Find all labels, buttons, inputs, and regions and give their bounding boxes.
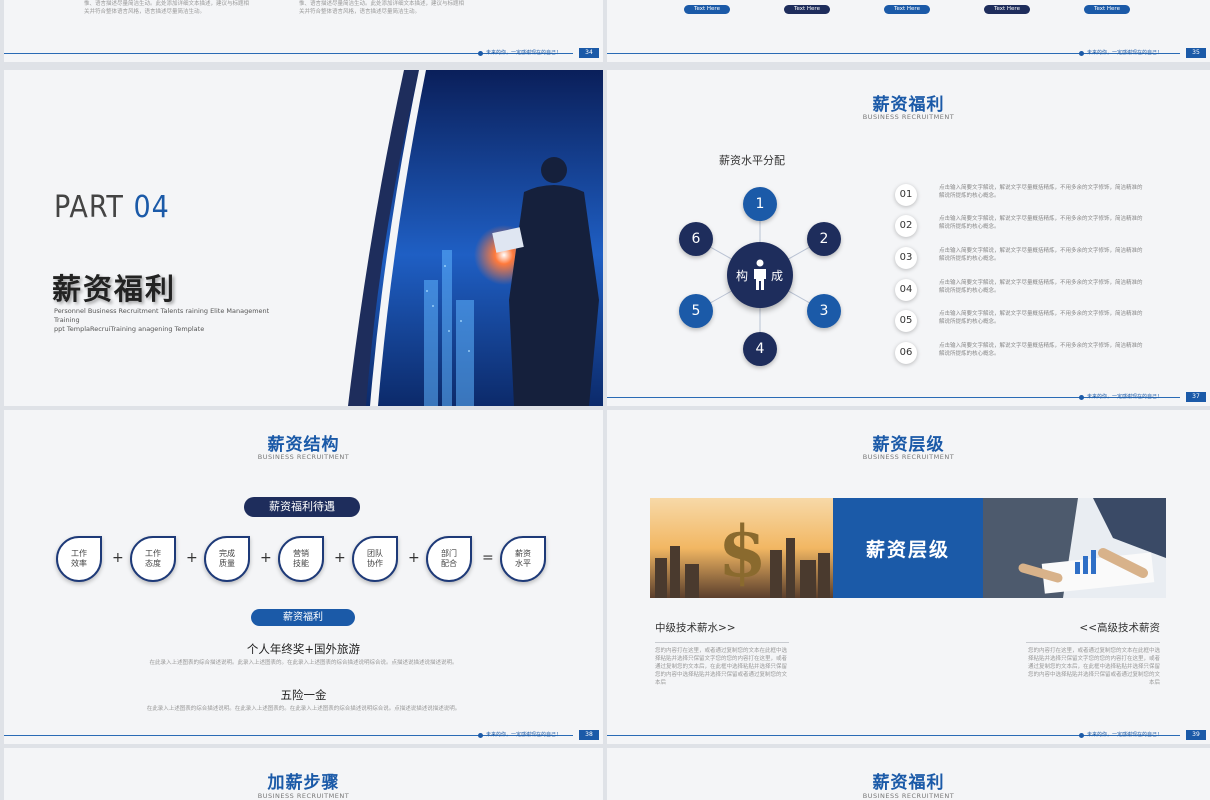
slide-title: 薪资结构	[267, 435, 340, 455]
benefit-text: 在此录入上述图表的综合描述说明。在此录入上述图表的。在此录入上述图表的综合描述说…	[146, 706, 461, 712]
slide-footer: 未来的你，一定感谢现在的自己！ 35	[607, 48, 1210, 62]
banner-label: 薪资层级	[833, 498, 983, 598]
page-number: 39	[1186, 730, 1206, 740]
list-number: 01	[895, 184, 917, 206]
page-number: 35	[1186, 48, 1206, 58]
svg-text:$: $	[718, 510, 767, 593]
footer-slogan: 未来的你，一定感谢现在的自己！	[486, 50, 562, 56]
benefit-title: 个人年终奖+国外旅游	[246, 642, 361, 656]
plus-operator: +	[260, 550, 272, 566]
formula-item: 部门 配合	[426, 536, 472, 582]
slide-39[interactable]: 薪资层级 BUSINESS RECRUITMENT $ 薪资层级 中级技术薪水>…	[607, 410, 1210, 744]
slide-41[interactable]: 薪资福利 BUSINESS RECRUITMENT	[607, 748, 1210, 800]
text-pill: Text Here	[884, 5, 930, 14]
slide-footer: 未来的你，一定感谢现在的自己！ 38	[4, 730, 603, 744]
slide-title: 薪资福利	[872, 95, 945, 115]
formula-result: 薪资 水平	[500, 536, 546, 582]
businessman-city-photo	[348, 70, 603, 406]
equals-operator: =	[482, 550, 494, 566]
center-label-right: 成	[771, 269, 784, 283]
footer-slogan: 未来的你，一定感谢现在的自己！	[1087, 394, 1163, 400]
page-number: 34	[579, 48, 599, 58]
list-number: 03	[895, 247, 917, 269]
radial-node-1: 1	[743, 187, 777, 221]
plus-operator: +	[112, 550, 124, 566]
section-subtitle: Personnel Business Recruitment Talents r…	[54, 307, 270, 333]
list-text: 点击输入简要文字解说，解说文字尽量概括精炼，不用多余的文字修饰，简洁精准的 解说…	[939, 185, 1143, 199]
section-title: 薪资福利	[52, 272, 177, 306]
benefit-title: 五险一金	[280, 688, 327, 702]
list-text: 点击输入简要文字解说，解说文字尽量概括精炼，不用多余的文字修饰，简洁精准的 解说…	[939, 216, 1143, 230]
text-pill: Text Here	[784, 5, 830, 14]
formula-item: 营销 技能	[278, 536, 324, 582]
slide-37[interactable]: 薪资福利 BUSINESS RECRUITMENT 薪资水平分配 构 成 1 2…	[607, 70, 1210, 406]
formula-item: 完成 质量	[204, 536, 250, 582]
slide-34[interactable]: 惟、语言描述尽量简洁生动。此处添加详细文本描述，建议与标题相关并符合整体语言风格…	[4, 0, 603, 62]
part-label: PART 04	[54, 190, 170, 225]
list-number: 05	[895, 310, 917, 332]
slide-footer: 未来的你，一定感谢现在的自己！ 39	[607, 730, 1210, 744]
slide-35[interactable]: Text Here Text Here Text Here Text Here …	[607, 0, 1210, 62]
footer-slogan: 未来的你，一定感谢现在的自己！	[486, 732, 562, 738]
radial-node-2: 2	[807, 222, 841, 256]
slide-40[interactable]: 加薪步骤 BUSINESS RECRUITMENT	[4, 748, 603, 800]
radial-node-3: 3	[807, 294, 841, 328]
signing-document-photo	[983, 498, 1166, 598]
slide-36[interactable]: PART 04 薪资福利 Personnel Business Recruitm…	[4, 70, 603, 406]
text-pill: Text Here	[984, 5, 1030, 14]
list-number: 06	[895, 342, 917, 364]
slide-title: 薪资福利	[872, 773, 945, 793]
list-text: 点击输入简要文字解说，解说文字尽量概括精炼，不用多余的文字修饰，简洁精准的 解说…	[939, 248, 1143, 262]
center-node: 构 成	[727, 242, 793, 308]
pill-heading: 薪资福利	[251, 609, 355, 626]
body-text: 惟、语言描述尽量简洁生动。此处添加详细文本描述，建议与标题相关并符合整体语言风格…	[84, 1, 250, 15]
left-heading: 中级技术薪水>>	[655, 622, 736, 634]
benefit-text: 在此录入上述图表的综合描述说明。此录入上述图表的。在此录入上述图表的综合描述说明…	[149, 660, 458, 666]
slide-footer: 未来的你，一定感谢现在的自己！ 37	[607, 392, 1210, 406]
list-number: 04	[895, 279, 917, 301]
diagram-title: 薪资水平分配	[719, 154, 785, 167]
slide-subtitle: BUSINESS RECRUITMENT	[862, 113, 955, 121]
slide-subtitle: BUSINESS RECRUITMENT	[257, 453, 350, 461]
plus-operator: +	[408, 550, 420, 566]
divider	[655, 642, 789, 643]
person-icon	[754, 259, 766, 290]
slide-footer: 未来的你，一定感谢现在的自己！ 34	[4, 48, 603, 62]
page-number: 37	[1186, 392, 1206, 402]
slide-thumbnail-grid: 惟、语言描述尽量简洁生动。此处添加详细文本描述，建议与标题相关并符合整体语言风格…	[0, 0, 1210, 800]
slide-subtitle: BUSINESS RECRUITMENT	[862, 792, 955, 800]
slide-subtitle: BUSINESS RECRUITMENT	[257, 792, 350, 800]
plus-operator: +	[334, 550, 346, 566]
list-text: 点击输入简要文字解说，解说文字尽量概括精炼，不用多余的文字修饰，简洁精准的 解说…	[939, 311, 1143, 325]
page-number: 38	[579, 730, 599, 740]
dollar-city-photo: $	[650, 498, 833, 598]
slide-subtitle: BUSINESS RECRUITMENT	[862, 453, 955, 461]
formula-item: 工作 态度	[130, 536, 176, 582]
slide-title: 加薪步骤	[267, 773, 340, 793]
right-heading: <<高级技术薪资	[1079, 622, 1160, 634]
list-text: 点击输入简要文字解说，解说文字尽量概括精炼，不用多余的文字修饰，简洁精准的 解说…	[939, 280, 1143, 294]
center-label-left: 构	[736, 269, 749, 283]
footer-slogan: 未来的你，一定感谢现在的自己！	[1087, 732, 1163, 738]
list-number: 02	[895, 215, 917, 237]
radial-node-6: 6	[679, 222, 713, 256]
radial-node-4: 4	[743, 332, 777, 366]
radial-node-5: 5	[679, 294, 713, 328]
formula-item: 工作 效率	[56, 536, 102, 582]
slide-title: 薪资层级	[872, 435, 945, 455]
list-text: 点击输入简要文字解说，解说文字尽量概括精炼，不用多余的文字修饰，简洁精准的 解说…	[939, 343, 1143, 357]
right-text: 您的内容打在这里，或者通过复制您的文本在此框中选择粘贴并选择只保留文字您的您的内…	[1027, 648, 1160, 686]
divider	[1026, 642, 1160, 643]
left-text: 您的内容打在这里，或者通过复制您的文本在此框中选择粘贴并选择只保留文字您的您的内…	[655, 648, 788, 686]
text-pill: Text Here	[1084, 5, 1130, 14]
text-pill: Text Here	[684, 5, 730, 14]
pill-heading: 薪资福利待遇	[244, 497, 360, 517]
plus-operator: +	[186, 550, 198, 566]
body-text: 惟、语言描述尽量简洁生动。此处添加详细文本描述，建议与标题相关并符合整体语言风格…	[299, 1, 465, 15]
formula-item: 团队 协作	[352, 536, 398, 582]
slide-38[interactable]: 薪资结构 BUSINESS RECRUITMENT 薪资福利待遇 工作 效率 +…	[4, 410, 603, 744]
footer-slogan: 未来的你，一定感谢现在的自己！	[1087, 50, 1163, 56]
